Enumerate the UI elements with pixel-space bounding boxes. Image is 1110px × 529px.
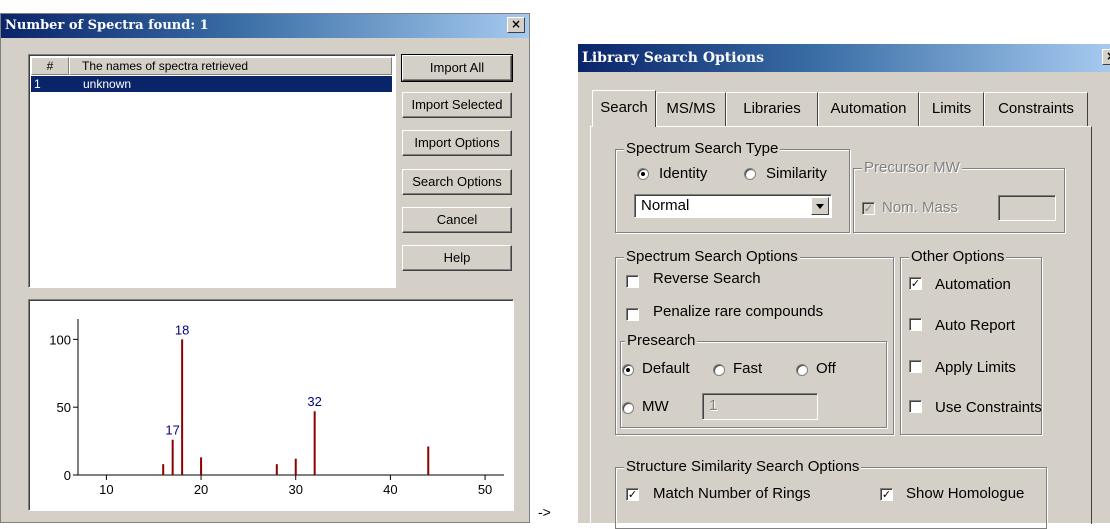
nom-mass-checkbox[interactable]: ✓: [862, 202, 875, 215]
apply-limits-checkbox[interactable]: [909, 360, 922, 373]
group-legend: Spectrum Search Options: [624, 248, 800, 265]
group-legend: Other Options: [909, 248, 1007, 265]
close-icon[interactable]: ×: [1102, 49, 1110, 65]
library-search-options-dialog: Library Search Options × Search MS/MS Li…: [578, 44, 1110, 529]
group-legend: Precursor MW: [862, 159, 962, 176]
list-item-name: unknown: [83, 77, 132, 91]
peak-label: 32: [307, 394, 321, 409]
x-tick-label: 40: [383, 482, 397, 497]
spectrum-search-type-group: Spectrum Search Type: [615, 141, 850, 233]
list-item[interactable]: 1 unknown: [31, 76, 392, 92]
nom-mass-label: Nom. Mass: [882, 199, 958, 216]
cancel-button[interactable]: Cancel: [402, 207, 512, 233]
presearch-fast-label: Fast: [733, 360, 763, 377]
list-item-number: 1: [34, 77, 41, 91]
column-header-name[interactable]: The names of spectra retrieved: [69, 57, 392, 75]
group-legend: Spectrum Search Type: [624, 140, 781, 157]
use-constraints-checkbox[interactable]: [909, 400, 922, 413]
x-tick-label: 30: [288, 482, 302, 497]
chevron-down-icon: [816, 204, 824, 209]
identity-label: Identity: [659, 165, 708, 182]
presearch-fast-radio[interactable]: [713, 364, 725, 376]
dropdown-arrow-button[interactable]: [811, 197, 829, 215]
search-options-button[interactable]: Search Options: [402, 169, 512, 195]
automation-label: Automation: [935, 276, 1011, 293]
apply-limits-label: Apply Limits: [935, 359, 1016, 376]
arrow-label: ->: [538, 504, 551, 520]
spectra-list[interactable]: # The names of spectra retrieved 1 unkno…: [28, 54, 396, 288]
show-homologues-checkbox[interactable]: ✓: [880, 488, 893, 501]
auto-report-checkbox[interactable]: [909, 318, 922, 331]
presearch-default-radio[interactable]: [622, 364, 634, 376]
import-selected-button[interactable]: Import Selected: [402, 92, 512, 118]
tab-libraries[interactable]: Libraries: [726, 92, 818, 126]
dialog-title: Library Search Options: [578, 44, 1110, 72]
reverse-search-label: Reverse Search: [653, 270, 761, 287]
similarity-label: Similarity: [766, 165, 827, 182]
y-tick-label: 50: [57, 400, 71, 415]
presearch-default-label: Default: [642, 360, 690, 377]
import-all-button[interactable]: Import All: [401, 54, 513, 82]
group-legend: Presearch: [625, 332, 698, 349]
reverse-search-checkbox[interactable]: [626, 275, 639, 288]
peak-label: 18: [175, 322, 189, 337]
spectra-found-dialog: Number of Spectra found: 1 × # The names…: [0, 13, 530, 523]
presearch-off-label: Off: [816, 360, 836, 377]
close-icon[interactable]: ×: [507, 17, 525, 33]
penalize-label: Penalize rare compounds: [653, 303, 824, 320]
x-tick-label: 50: [478, 482, 492, 497]
spectrum-chart-panel: 10 20 30 40 50 0 50 100 18 17 32: [28, 299, 514, 511]
column-header-number[interactable]: #: [31, 57, 69, 75]
presearch-off-radio[interactable]: [796, 364, 808, 376]
tab-search[interactable]: Search: [592, 90, 656, 127]
tab-automation[interactable]: Automation: [818, 92, 919, 126]
tab-constraints[interactable]: Constraints: [984, 92, 1088, 126]
y-tick-label: 0: [64, 468, 71, 483]
dropdown-value: Normal: [641, 197, 690, 214]
help-button[interactable]: Help: [402, 245, 512, 271]
spectrum-chart: 10 20 30 40 50 0 50 100 18 17 32: [49, 319, 504, 497]
search-type-dropdown[interactable]: Normal: [634, 194, 832, 218]
similarity-radio[interactable]: [744, 168, 756, 180]
peak-label: 17: [165, 423, 179, 438]
show-homologues-label: Show Homologue: [906, 485, 1025, 502]
presearch-mw-label: MW: [642, 398, 669, 415]
presearch-mw-radio[interactable]: [622, 402, 634, 414]
automation-checkbox[interactable]: ✓: [909, 277, 922, 290]
x-tick-label: 10: [99, 482, 113, 497]
x-tick-label: 20: [194, 482, 208, 497]
presearch-mw-input[interactable]: 1: [702, 393, 818, 420]
match-rings-label: Match Number of Rings: [653, 485, 811, 502]
use-constraints-label: Use Constraints: [935, 399, 1042, 416]
tab-msms[interactable]: MS/MS: [656, 92, 726, 126]
dialog-title: Number of Spectra found: 1: [1, 14, 529, 38]
import-options-button[interactable]: Import Options: [402, 130, 512, 156]
penalize-checkbox[interactable]: [626, 308, 639, 321]
auto-report-label: Auto Report: [935, 317, 1016, 334]
match-rings-checkbox[interactable]: ✓: [626, 488, 639, 501]
identity-radio[interactable]: [637, 168, 649, 180]
precursor-mw-input[interactable]: [998, 195, 1056, 221]
group-legend: Structure Similarity Search Options: [624, 458, 862, 475]
tab-limits[interactable]: Limits: [919, 92, 984, 126]
mw-value: 1: [709, 397, 718, 414]
y-tick-label: 100: [49, 332, 71, 347]
